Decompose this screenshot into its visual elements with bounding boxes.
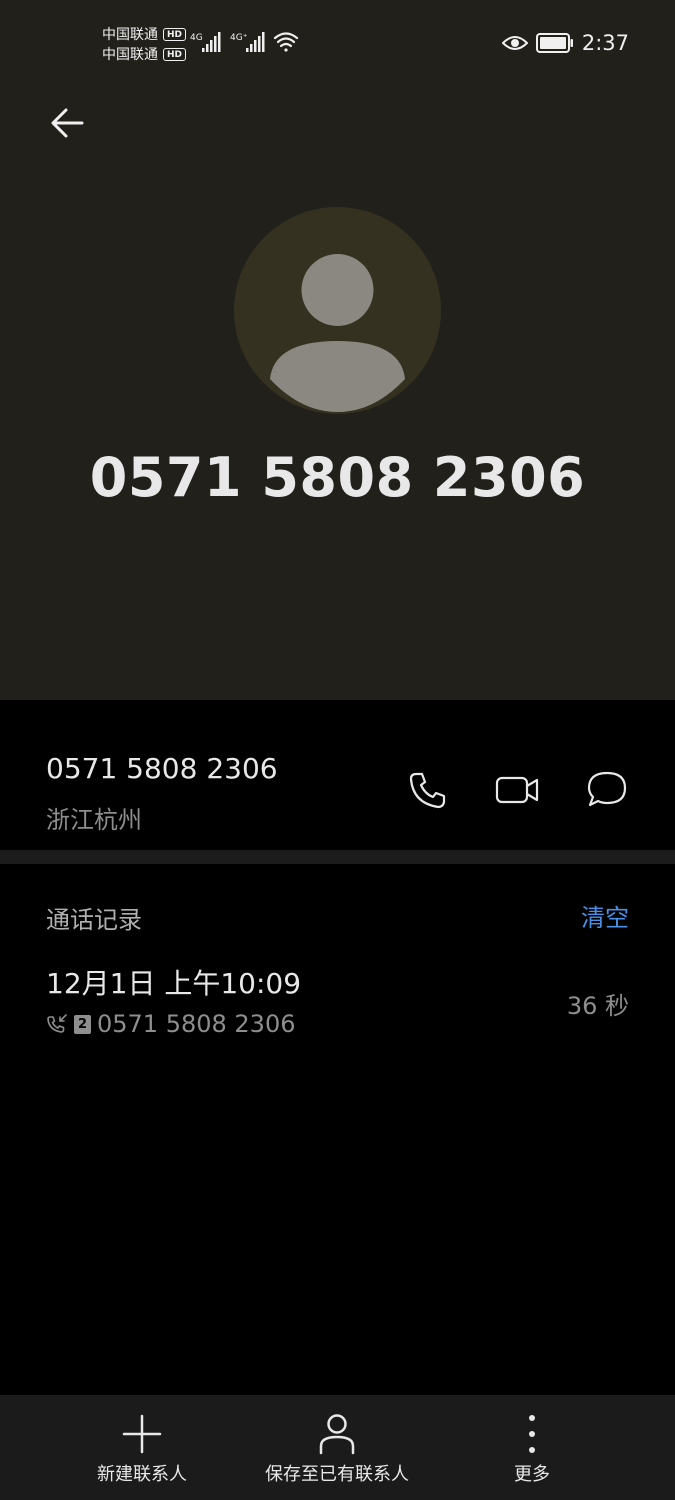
phone-number[interactable]: 0571 5808 2306 [46, 752, 278, 785]
carrier-2-name: 中国联通 [102, 47, 158, 63]
network-2-label: 4G⁺ [230, 33, 248, 43]
call-duration: 36 秒 [566, 992, 629, 1020]
status-right: 2:37 [501, 28, 629, 58]
signal-bars-1-icon [202, 32, 221, 52]
call-details: 2 0571 5808 2306 [46, 1010, 296, 1038]
sim-badge: 2 [74, 1014, 91, 1034]
call-log-title: 通话记录 [46, 906, 142, 934]
section-divider [0, 850, 675, 864]
number-section: 0571 5808 2306 浙江杭州 [0, 700, 675, 850]
hd-badge-2: HD [163, 47, 187, 61]
arrow-left-icon [51, 108, 84, 138]
signal-bars-2-icon [246, 32, 265, 52]
signal-icons: 4G 4G⁺ [190, 32, 299, 52]
video-camera-icon [495, 776, 539, 804]
new-contact-label: 新建联系人 [97, 1464, 187, 1485]
bottom-icon-wrap [510, 1412, 554, 1456]
bottom-icon-wrap [120, 1412, 164, 1456]
person-icon [319, 1414, 355, 1455]
carrier-info: 中国联通 HD 中国联通 HD [102, 24, 192, 64]
phone-icon [409, 772, 446, 809]
number-location: 浙江杭州 [46, 806, 142, 834]
save-to-existing-button[interactable]: 保存至已有联系人 [237, 1395, 437, 1500]
more-vertical-icon [529, 1415, 535, 1453]
back-button[interactable] [44, 100, 90, 146]
chat-bubble-icon [587, 771, 627, 807]
save-to-existing-label: 保存至已有联系人 [265, 1464, 409, 1485]
carrier-1-name: 中国联通 [102, 27, 158, 43]
call-log-section: 通话记录 清空 12月1日 上午10:09 2 0571 5808 2306 3… [0, 864, 675, 1384]
contact-avatar [234, 207, 441, 414]
person-silhouette-icon [270, 254, 405, 412]
battery-icon [535, 33, 573, 53]
carrier-1: 中国联通 HD [102, 24, 192, 44]
video-call-button[interactable] [495, 768, 539, 812]
call-number: 0571 5808 2306 [97, 1010, 296, 1038]
headline-phone-number: 0571 5808 2306 [89, 446, 586, 509]
more-button[interactable]: 更多 [432, 1395, 632, 1500]
call-log-entry[interactable]: 12月1日 上午10:09 2 0571 5808 2306 36 秒 [0, 956, 675, 1046]
clear-log-button[interactable]: 清空 [581, 898, 629, 933]
contact-detail-screen: 中国联通 HD 中国联通 HD 4G 4G⁺ 2:37 0571 5808 23… [0, 0, 675, 1500]
call-datetime: 12月1日 上午10:09 [46, 967, 302, 1000]
status-bar: 中国联通 HD 中国联通 HD 4G 4G⁺ 2:37 [0, 0, 675, 84]
contact-header: 中国联通 HD 中国联通 HD 4G 4G⁺ 2:37 0571 5808 23… [0, 0, 675, 700]
clock: 2:37 [581, 31, 629, 55]
incoming-call-icon [47, 1014, 67, 1033]
eye-comfort-icon [501, 36, 528, 50]
call-button[interactable] [405, 768, 449, 812]
carrier-2: 中国联通 HD [102, 44, 192, 64]
hd-badge-1: HD [163, 27, 187, 41]
bottom-action-bar: 新建联系人 保存至已有联系人 更多 [0, 1395, 675, 1500]
bottom-icon-wrap [315, 1412, 359, 1456]
more-label: 更多 [514, 1464, 550, 1485]
plus-icon [122, 1414, 162, 1454]
wifi-icon [273, 32, 299, 52]
network-1-label: 4G [190, 33, 203, 43]
new-contact-button[interactable]: 新建联系人 [42, 1395, 242, 1500]
message-button[interactable] [585, 768, 629, 812]
